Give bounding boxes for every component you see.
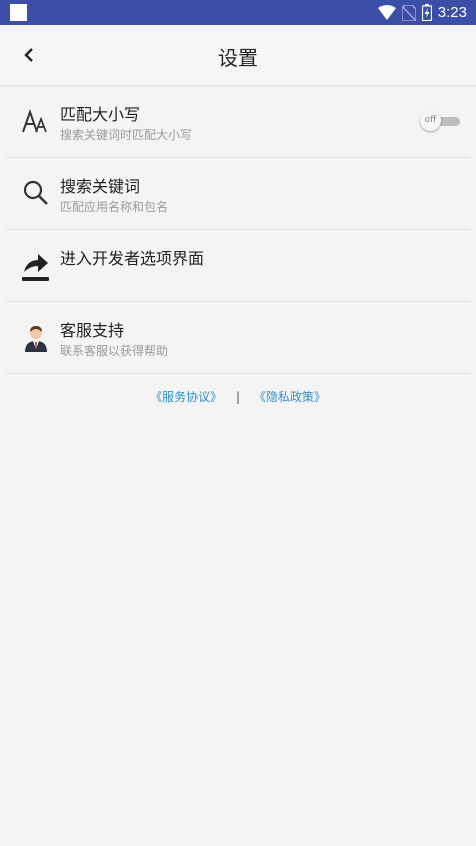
title-bar: 设置 xyxy=(0,25,476,86)
match-case-toggle[interactable]: off xyxy=(420,110,462,132)
notification-icon xyxy=(10,4,27,21)
page-title: 设置 xyxy=(218,46,258,70)
support-agent-icon xyxy=(21,322,51,352)
setting-description: 联系客服以获得帮助 xyxy=(60,344,169,358)
setting-label: 进入开发者选项界面 xyxy=(60,249,205,268)
battery-charging-icon xyxy=(421,4,432,21)
setting-developer-options[interactable]: 进入开发者选项界面 xyxy=(6,230,470,302)
font-size-icon xyxy=(21,106,51,136)
settings-list: 匹配大小写 搜索关键词时匹配大小写 off 搜索关键词 匹配应用名称和包名 进入… xyxy=(0,86,476,374)
setting-description: 搜索关键词时匹配大小写 xyxy=(60,128,193,142)
setting-label: 客服支持 xyxy=(60,321,125,340)
link-separator: | xyxy=(235,390,241,404)
no-sim-icon xyxy=(401,4,416,21)
toggle-thumb: off xyxy=(420,110,441,131)
share-arrow-icon xyxy=(21,250,51,281)
clock: 3:23 xyxy=(437,4,467,21)
privacy-link[interactable]: 《隐私政策》 xyxy=(254,390,326,404)
status-bar: 3:23 xyxy=(0,0,476,25)
wifi-icon xyxy=(377,5,396,20)
setting-label: 匹配大小写 xyxy=(60,105,141,124)
setting-search-keyword[interactable]: 搜索关键词 匹配应用名称和包名 xyxy=(6,158,470,230)
terms-link[interactable]: 《服务协议》 xyxy=(150,390,222,404)
search-icon xyxy=(21,178,51,208)
setting-customer-support[interactable]: 客服支持 联系客服以获得帮助 xyxy=(6,302,470,374)
footer-links: 《服务协议》 | 《隐私政策》 xyxy=(0,388,476,405)
setting-match-case[interactable]: 匹配大小写 搜索关键词时匹配大小写 off xyxy=(6,86,470,158)
setting-label: 搜索关键词 xyxy=(60,177,141,196)
setting-description: 匹配应用名称和包名 xyxy=(60,200,169,214)
